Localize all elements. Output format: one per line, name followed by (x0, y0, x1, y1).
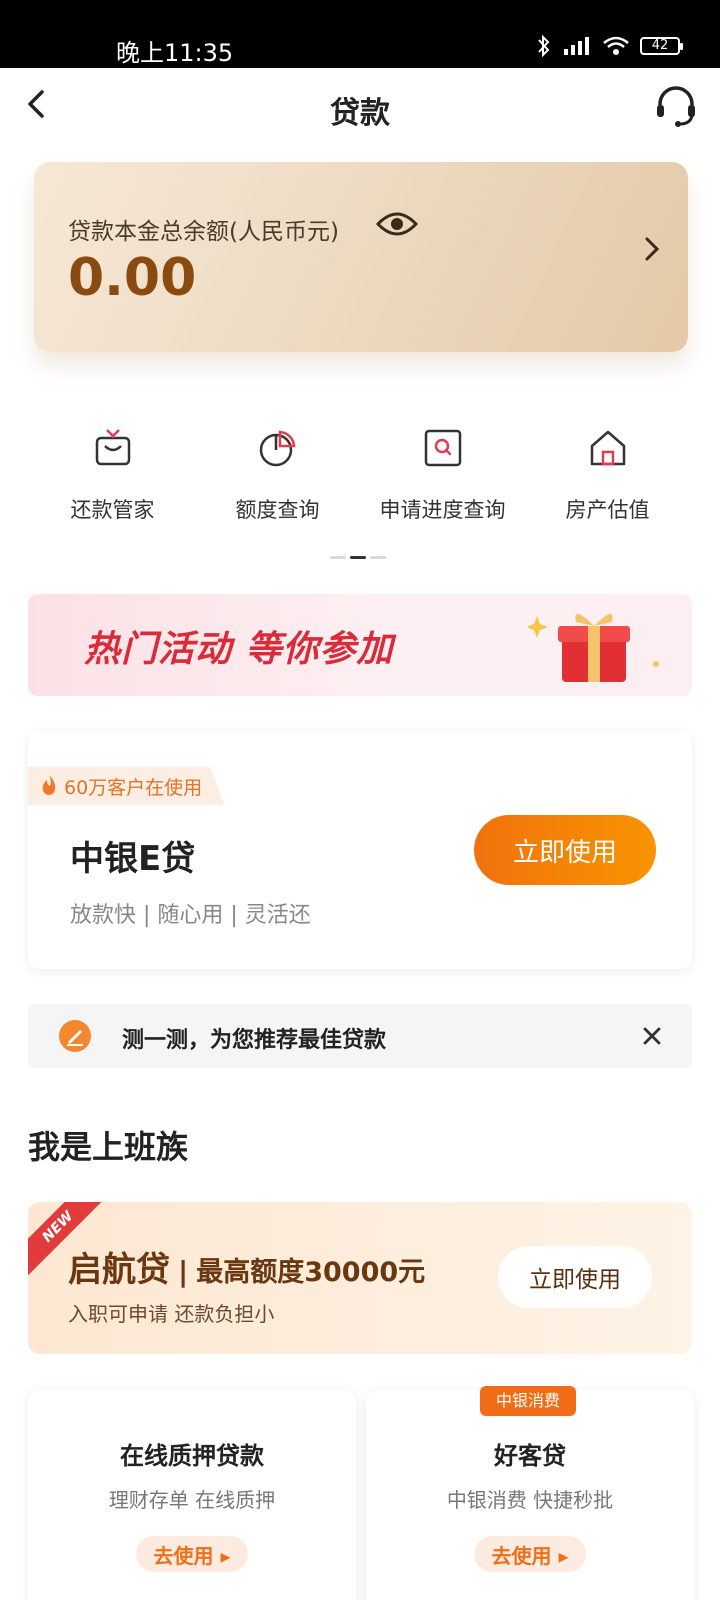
haoke-loan-tile[interactable]: 中银消费 好客贷 中银消费 快捷秒批 去使用 ▸ (366, 1386, 694, 1600)
customer-service-icon[interactable] (654, 84, 698, 128)
tile-desc: 中银消费 快捷秒批 (446, 1488, 614, 1512)
page-title: 贷款 (330, 96, 390, 131)
search-box-icon (424, 429, 461, 467)
qihang-loan-card[interactable]: NEW 启航贷 | 最高额度30000元 入职可申请 还款负担小 立即使用 (28, 1202, 692, 1354)
promo-name: 启航贷 (68, 1250, 170, 1290)
use-now-button[interactable]: 立即使用 (474, 815, 656, 885)
users-tag: 60万客户在使用 (28, 767, 225, 805)
bluetooth-icon (538, 34, 550, 58)
promo-title: 启航贷 | 最高额度30000元 (68, 1242, 425, 1291)
featured-loan-card[interactable]: 60万客户在使用 中银E贷 放款快 | 随心用 | 灵活还 立即使用 (28, 731, 692, 969)
indicator-dot-active (350, 556, 366, 559)
tile-desc: 理财存单 在线质押 (108, 1488, 276, 1512)
pie-chart-icon (259, 430, 295, 467)
product-desc: 放款快 | 随心用 | 灵活还 (70, 903, 311, 928)
users-tag-text: 60万客户在使用 (64, 776, 203, 799)
flame-icon (42, 775, 56, 795)
signal-icon (564, 37, 589, 55)
chevron-right-icon[interactable] (644, 236, 660, 262)
online-pledge-loan-tile[interactable]: 在线质押贷款 理财存单 在线质押 去使用 ▸ (28, 1390, 356, 1600)
balance-label: 贷款本金总余额(人民币元) (68, 219, 339, 245)
promo-separator: | (178, 1255, 189, 1288)
tip-text: 测一测，为您推荐最佳贷款 (122, 1028, 387, 1053)
indicator-dot (370, 556, 386, 559)
nav-bar: 贷款 (0, 68, 720, 144)
balance-amount: 0.00 (68, 248, 197, 308)
promo-limit: 最高额度30000元 (196, 1257, 426, 1288)
quick-action-label: 房产估值 (565, 498, 650, 522)
go-use-button[interactable]: 去使用 ▸ (136, 1536, 248, 1572)
indicator-dot (330, 556, 346, 559)
quick-action-progress[interactable]: 申请进度查询 (360, 428, 525, 528)
status-bar: 晚上11:35 42 (0, 0, 720, 68)
status-icons: 42 (536, 34, 683, 58)
tile-title: 好客贷 (494, 1442, 566, 1470)
banner-text: 热门活动 等你参加 (84, 629, 394, 670)
gift-box-icon (528, 613, 659, 682)
gift-bag-icon (95, 429, 130, 466)
tile-tag: 中银消费 (480, 1386, 576, 1416)
close-icon[interactable] (636, 1020, 668, 1052)
eye-icon[interactable] (376, 210, 418, 238)
quick-action-label: 还款管家 (70, 498, 155, 522)
house-icon (590, 430, 625, 466)
quick-action-label: 申请进度查询 (379, 498, 506, 522)
promo-subtitle: 入职可申请 还款负担小 (68, 1302, 275, 1326)
quick-action-limit[interactable]: 额度查询 (195, 428, 360, 528)
quick-action-repayment[interactable]: 还款管家 (30, 428, 195, 528)
quick-action-property[interactable]: 房产估值 (525, 428, 690, 528)
go-use-button[interactable]: 去使用 ▸ (474, 1536, 586, 1572)
promo-use-now-button[interactable]: 立即使用 (498, 1246, 652, 1308)
promo-banner[interactable]: 热门活动 等你参加 (28, 594, 692, 696)
quick-action-label: 额度查询 (235, 498, 320, 522)
wifi-icon (603, 36, 629, 55)
page-indicator (330, 556, 386, 559)
product-name: 中银E贷 (70, 839, 196, 879)
battery-icon: 42 (640, 37, 683, 55)
section-title: 我是上班族 (28, 1128, 189, 1166)
recommend-tip-bar[interactable]: 测一测，为您推荐最佳贷款 (28, 1004, 692, 1068)
status-time: 晚上11:35 (116, 39, 234, 67)
loan-balance-card[interactable]: 贷款本金总余额(人民币元) 0.00 (34, 162, 688, 352)
pencil-icon (59, 1020, 91, 1052)
quick-actions: 还款管家 额度查询 申请进度查询 房产估值 (30, 428, 690, 528)
tile-title: 在线质押贷款 (120, 1442, 264, 1470)
